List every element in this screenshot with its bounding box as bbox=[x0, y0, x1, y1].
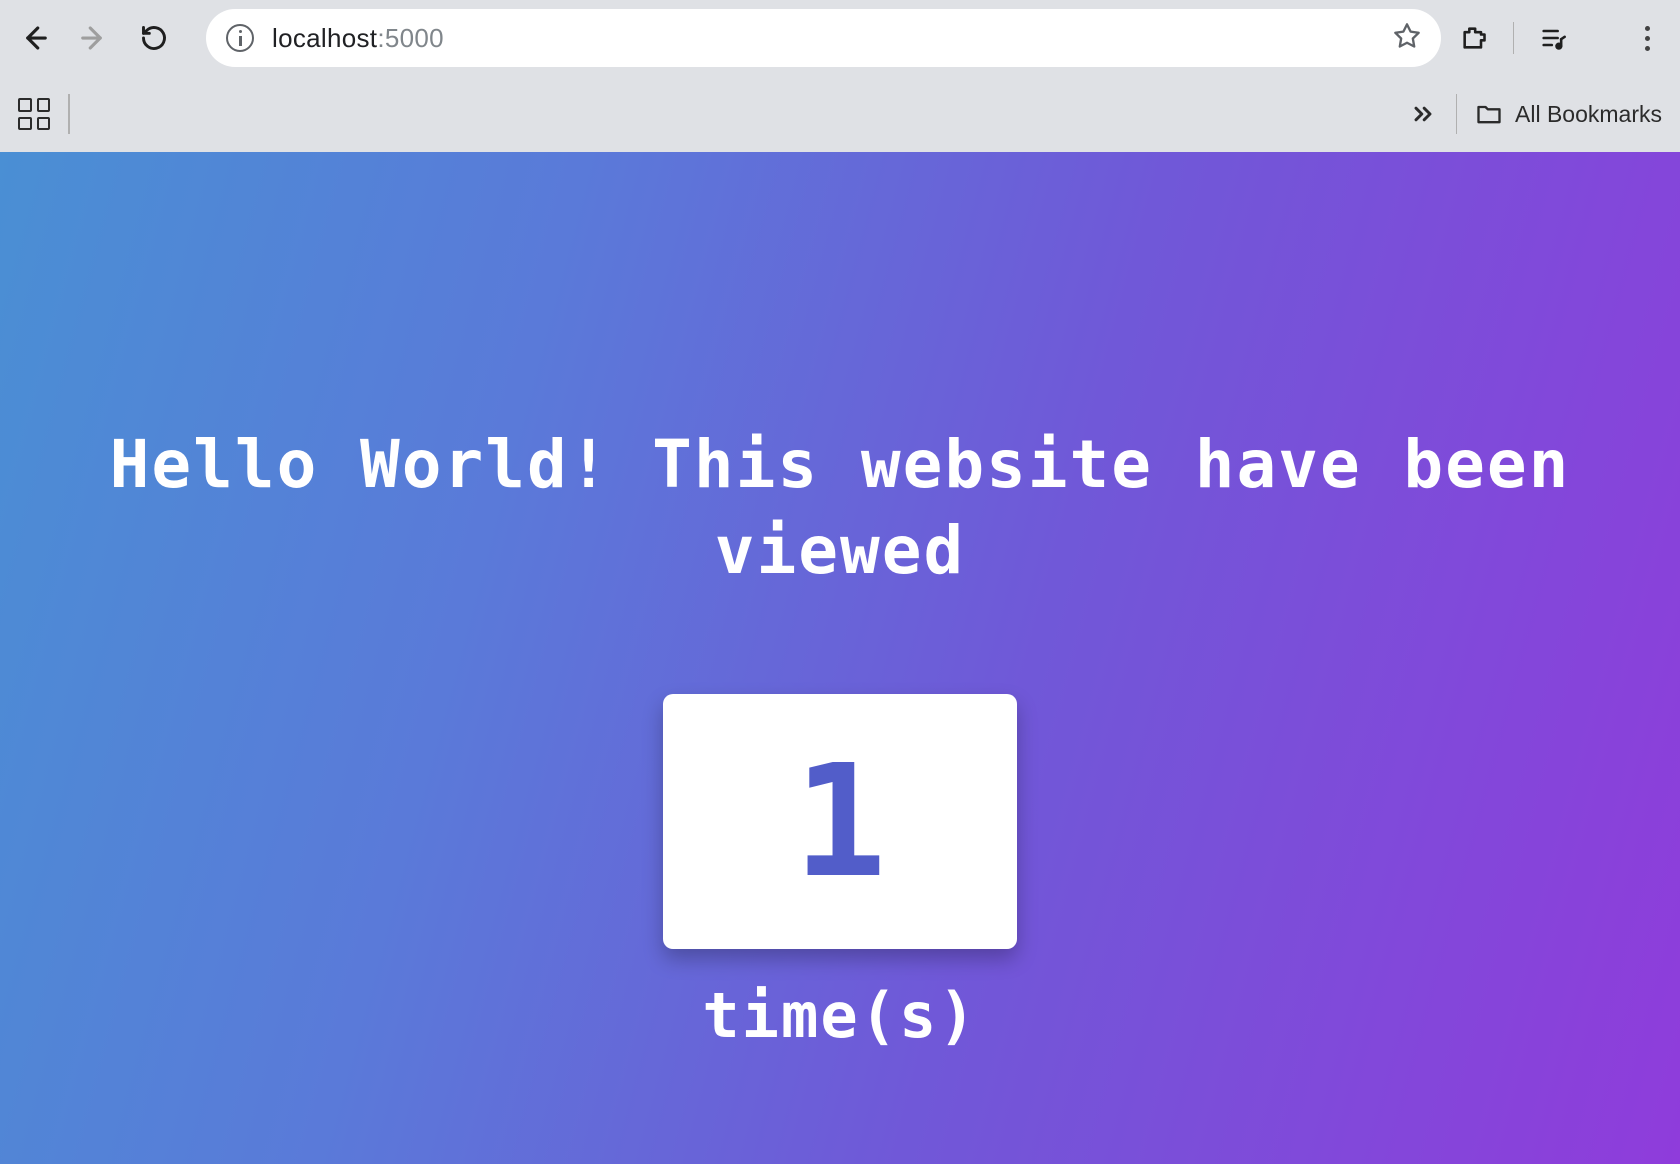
all-bookmarks-label: All Bookmarks bbox=[1515, 101, 1662, 128]
url-host: localhost bbox=[272, 23, 377, 53]
bookmark-divider bbox=[68, 94, 70, 134]
bookmark-bar: All Bookmarks bbox=[0, 76, 1680, 152]
forward-button[interactable] bbox=[78, 22, 110, 54]
folder-icon bbox=[1475, 100, 1503, 128]
counter-number: 1 bbox=[793, 744, 886, 899]
url-port: :5000 bbox=[377, 23, 444, 53]
bookmark-star-icon[interactable] bbox=[1393, 22, 1421, 55]
browser-menu-icon[interactable] bbox=[1632, 23, 1662, 53]
media-control-icon[interactable] bbox=[1538, 23, 1568, 53]
browser-toolbar: localhost:5000 bbox=[0, 0, 1680, 76]
apps-icon[interactable] bbox=[18, 98, 50, 130]
toolbar-divider bbox=[1513, 22, 1515, 54]
toolbar-right bbox=[1459, 22, 1663, 54]
hello-heading: Hello World! This website have been view… bbox=[0, 422, 1680, 594]
all-bookmarks-button[interactable]: All Bookmarks bbox=[1475, 100, 1662, 128]
address-bar[interactable]: localhost:5000 bbox=[206, 9, 1441, 67]
page-content: Hello World! This website have been view… bbox=[0, 152, 1680, 1164]
browser-chrome: localhost:5000 bbox=[0, 0, 1680, 152]
times-label: time(s) bbox=[0, 979, 1680, 1052]
counter-card: 1 bbox=[663, 694, 1016, 949]
extensions-icon[interactable] bbox=[1459, 23, 1489, 53]
nav-buttons bbox=[18, 22, 170, 54]
url-text: localhost:5000 bbox=[272, 23, 1375, 54]
bookmark-overflow-icon[interactable] bbox=[1408, 99, 1438, 129]
bookmark-divider-2 bbox=[1456, 94, 1458, 134]
site-info-icon[interactable] bbox=[226, 24, 254, 52]
back-button[interactable] bbox=[18, 22, 50, 54]
reload-button[interactable] bbox=[138, 22, 170, 54]
